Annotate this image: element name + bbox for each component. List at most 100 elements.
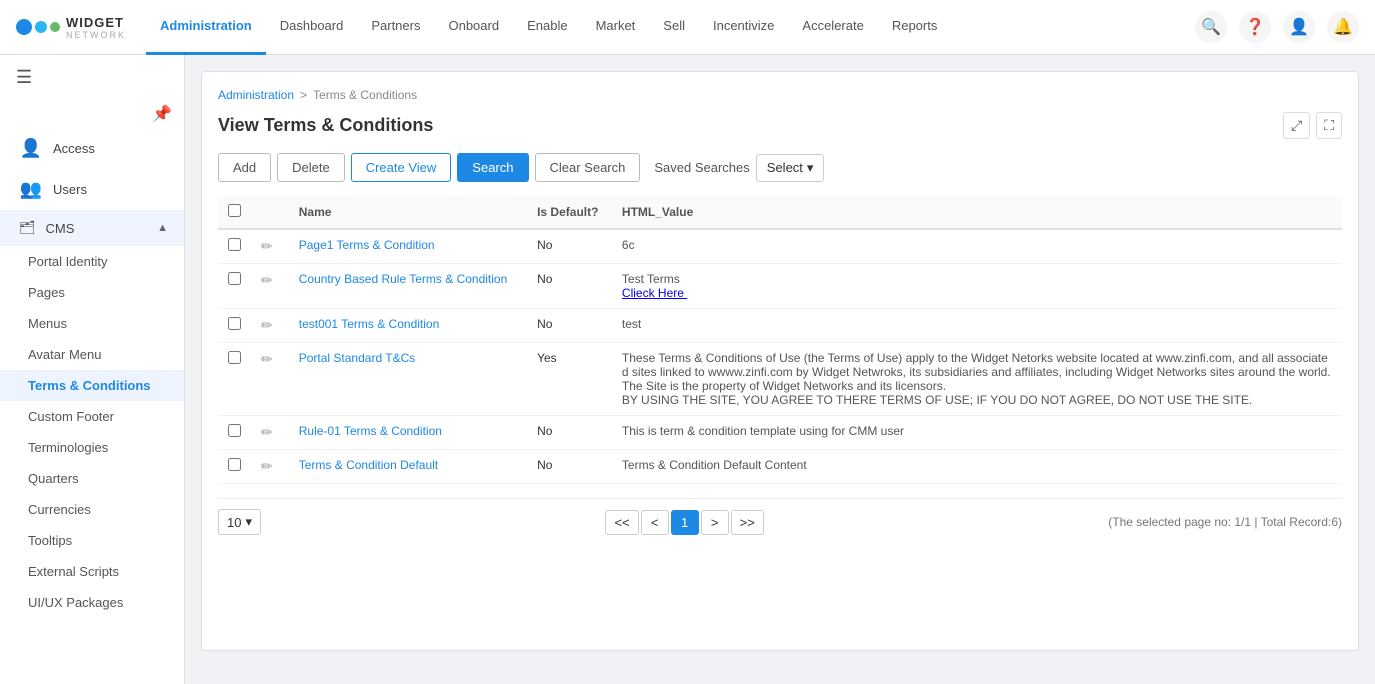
expand-icon[interactable]: ⤢ — [1283, 112, 1310, 139]
sidebar-sub-pages[interactable]: Pages — [0, 277, 184, 308]
page-current-button[interactable]: 1 — [671, 510, 699, 535]
search-button[interactable]: Search — [457, 153, 528, 182]
page-size-chevron-icon: ▾ — [245, 514, 252, 530]
fullscreen-icon[interactable]: ⛶ — [1316, 112, 1342, 139]
row-select-3[interactable] — [228, 351, 241, 364]
user-profile-button[interactable]: 👤 — [1283, 11, 1315, 43]
notifications-button[interactable]: 🔔 — [1327, 11, 1359, 43]
sidebar-item-access-label: Access — [53, 141, 95, 156]
row-name-link-5[interactable]: Terms & Condition Default — [299, 458, 438, 472]
sidebar-sub-portal-identity[interactable]: Portal Identity — [0, 246, 184, 277]
row-select-1[interactable] — [228, 272, 241, 285]
create-view-button[interactable]: Create View — [351, 153, 452, 182]
row-name-link-1[interactable]: Country Based Rule Terms & Condition — [299, 272, 508, 286]
logo-text-area: WIDGET NETWORK — [66, 15, 126, 40]
row-select-0[interactable] — [228, 238, 241, 251]
nav-accelerate[interactable]: Accelerate — [788, 0, 877, 55]
pagination-info: (The selected page no: 1/1 | Total Recor… — [1108, 515, 1342, 529]
row-name-link-2[interactable]: test001 Terms & Condition — [299, 317, 440, 331]
logo-text: WIDGET — [66, 15, 126, 30]
nav-enable[interactable]: Enable — [513, 0, 581, 55]
select-all-checkbox[interactable] — [228, 204, 241, 217]
row-edit-3[interactable]: ✏ — [251, 343, 289, 416]
table-row: ✏ Terms & Condition Default No Terms & C… — [218, 450, 1342, 484]
nav-sell[interactable]: Sell — [649, 0, 699, 55]
row-select-2[interactable] — [228, 317, 241, 330]
row-name-4: Rule-01 Terms & Condition — [289, 416, 527, 450]
row-name-5: Terms & Condition Default — [289, 450, 527, 484]
table-row: ✏ Rule-01 Terms & Condition No This is t… — [218, 416, 1342, 450]
row-checkbox-3[interactable] — [218, 343, 251, 416]
row-html-value-3: These Terms & Conditions of Use (the Ter… — [612, 343, 1342, 416]
help-button[interactable]: ❓ — [1239, 11, 1271, 43]
row-edit-4[interactable]: ✏ — [251, 416, 289, 450]
sidebar-item-users[interactable]: 👥 Users — [0, 169, 184, 210]
edit-icon-3[interactable]: ✏ — [261, 349, 279, 369]
sidebar-sub-external-scripts[interactable]: External Scripts — [0, 556, 184, 587]
row-select-4[interactable] — [228, 424, 241, 437]
nav-partners[interactable]: Partners — [357, 0, 434, 55]
sidebar-sub-menus[interactable]: Menus — [0, 308, 184, 339]
page-last-button[interactable]: >> — [731, 510, 764, 535]
logo-circle-2 — [35, 21, 47, 33]
nav-incentivize[interactable]: Incentivize — [699, 0, 788, 55]
nav-dashboard[interactable]: Dashboard — [266, 0, 358, 55]
cms-icon: 🗂 — [19, 220, 36, 236]
row-checkbox-1[interactable] — [218, 264, 251, 309]
sidebar-sub-avatar-menu[interactable]: Avatar Menu — [0, 339, 184, 370]
sidebar-sub-uiux-packages[interactable]: UI/UX Packages — [0, 587, 184, 618]
edit-icon-4[interactable]: ✏ — [261, 422, 279, 442]
saved-searches-dropdown[interactable]: Select ▾ — [756, 154, 825, 182]
nav-items: Administration Dashboard Partners Onboar… — [146, 0, 1195, 55]
nav-market[interactable]: Market — [582, 0, 650, 55]
row-select-5[interactable] — [228, 458, 241, 471]
edit-icon-2[interactable]: ✏ — [261, 315, 279, 335]
row-is-default-2: No — [527, 309, 612, 343]
sidebar-sub-custom-footer[interactable]: Custom Footer — [0, 401, 184, 432]
sidebar-sub-tooltips[interactable]: Tooltips — [0, 525, 184, 556]
add-button[interactable]: Add — [218, 153, 271, 182]
nav-onboard[interactable]: Onboard — [434, 0, 513, 55]
row-edit-2[interactable]: ✏ — [251, 309, 289, 343]
clear-search-button[interactable]: Clear Search — [535, 153, 641, 182]
dropdown-chevron-icon: ▾ — [807, 160, 814, 176]
sidebar-sub-terms-conditions[interactable]: Terms & Conditions — [0, 370, 184, 401]
breadcrumb-separator: > — [300, 88, 307, 102]
nav-reports[interactable]: Reports — [878, 0, 952, 55]
page-size-select[interactable]: 10 ▾ — [218, 509, 261, 535]
row-checkbox-2[interactable] — [218, 309, 251, 343]
row-name-link-0[interactable]: Page1 Terms & Condition — [299, 238, 435, 252]
cms-header-left: 🗂 CMS — [19, 220, 74, 236]
row-name-link-3[interactable]: Portal Standard T&Cs — [299, 351, 416, 365]
row-checkbox-5[interactable] — [218, 450, 251, 484]
breadcrumb-parent[interactable]: Administration — [218, 88, 294, 102]
row-checkbox-0[interactable] — [218, 229, 251, 264]
sidebar-sub-quarters[interactable]: Quarters — [0, 463, 184, 494]
edit-icon-1[interactable]: ✏ — [261, 270, 279, 290]
row-edit-1[interactable]: ✏ — [251, 264, 289, 309]
sidebar-item-access[interactable]: 👤 Access — [0, 128, 184, 169]
row-name-3: Portal Standard T&Cs — [289, 343, 527, 416]
page-title-row: View Terms & Conditions ⤢ ⛶ — [218, 112, 1342, 139]
sidebar-cms-header[interactable]: 🗂 CMS ▲ — [0, 210, 184, 246]
page-prev-button[interactable]: < — [641, 510, 669, 535]
row-name-link-4[interactable]: Rule-01 Terms & Condition — [299, 424, 442, 438]
pin-icon[interactable]: 📌 — [152, 104, 172, 124]
edit-icon-5[interactable]: ✏ — [261, 456, 279, 476]
sidebar-toggle[interactable]: ☰ — [0, 55, 184, 100]
row-edit-5[interactable]: ✏ — [251, 450, 289, 484]
title-icons: ⤢ ⛶ — [1283, 112, 1342, 139]
row-is-default-3: Yes — [527, 343, 612, 416]
row-edit-0[interactable]: ✏ — [251, 229, 289, 264]
col-edit — [251, 196, 289, 229]
page-first-button[interactable]: << — [605, 510, 638, 535]
search-button[interactable]: 🔍 — [1195, 11, 1227, 43]
nav-administration[interactable]: Administration — [146, 0, 266, 55]
delete-button[interactable]: Delete — [277, 153, 345, 182]
row-checkbox-4[interactable] — [218, 416, 251, 450]
page-next-button[interactable]: > — [701, 510, 729, 535]
sidebar-sub-terminologies[interactable]: Terminologies — [0, 432, 184, 463]
edit-icon-0[interactable]: ✏ — [261, 236, 279, 256]
col-name: Name — [289, 196, 527, 229]
sidebar-sub-currencies[interactable]: Currencies — [0, 494, 184, 525]
